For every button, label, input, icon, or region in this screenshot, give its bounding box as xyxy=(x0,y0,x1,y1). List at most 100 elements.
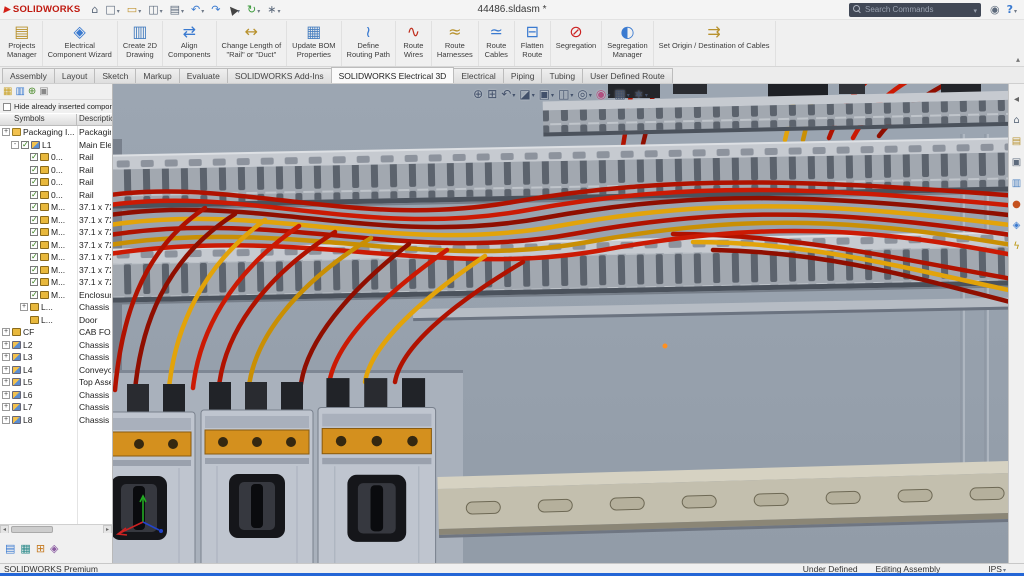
units-dropdown[interactable]: IPS xyxy=(988,564,1006,574)
expand-toggle[interactable]: + xyxy=(2,328,10,336)
chevron-down-icon[interactable] xyxy=(973,5,977,15)
reference-point[interactable] xyxy=(663,344,668,349)
ribbon-button[interactable]: Projects Manager xyxy=(2,21,43,66)
tree-row[interactable]: 0... Rail xyxy=(0,176,112,189)
tree-row[interactable]: M... 37.1 x 72.4 xyxy=(0,264,112,277)
task-pane-icon[interactable] xyxy=(1014,94,1019,105)
circuit-breaker-3[interactable] xyxy=(318,378,436,563)
expand-toggle[interactable]: + xyxy=(2,416,10,424)
hud-button[interactable] xyxy=(487,87,497,101)
tree-row[interactable]: + L4 Conveyors xyxy=(0,364,112,377)
tree-row[interactable]: + CF CAB FOAM xyxy=(0,326,112,339)
command-tab[interactable]: SOLIDWORKS Electrical 3D xyxy=(331,67,455,83)
hud-button[interactable] xyxy=(539,87,554,101)
tree-row[interactable]: 0... Rail xyxy=(0,189,112,202)
toolbar-button[interactable] xyxy=(145,2,165,17)
collapse-ribbon-icon[interactable]: ▴ xyxy=(1016,55,1020,64)
command-tab[interactable]: Layout xyxy=(54,68,96,83)
task-pane-icon[interactable] xyxy=(1013,115,1019,126)
command-tab[interactable]: Electrical xyxy=(453,68,503,83)
viewport-3d-scene[interactable] xyxy=(113,84,1008,563)
expand-toggle[interactable]: + xyxy=(2,353,10,361)
tree-row[interactable]: + L8 Chassis xyxy=(0,414,112,427)
expand-toggle[interactable]: + xyxy=(2,128,10,136)
expand-toggle[interactable]: + xyxy=(2,366,10,374)
scrollbar-track[interactable] xyxy=(9,525,103,533)
tree-row[interactable]: + L7 Chassis xyxy=(0,401,112,414)
panel-toolbar-icon[interactable] xyxy=(3,86,12,97)
toolbar-button[interactable] xyxy=(264,2,283,17)
footer-view-icon[interactable] xyxy=(20,542,30,555)
ribbon-button[interactable]: Flatten Route xyxy=(515,21,551,66)
tree-row[interactable]: L... Door xyxy=(0,314,112,327)
command-tab[interactable]: SOLIDWORKS Add-Ins xyxy=(227,68,332,83)
command-tab[interactable]: Evaluate xyxy=(179,68,228,83)
ribbon-button[interactable]: Change Length of "Rail" or "Duct" xyxy=(217,21,288,66)
hud-button[interactable] xyxy=(577,87,592,101)
expand-toggle[interactable]: - xyxy=(11,141,19,149)
hud-button[interactable] xyxy=(473,87,483,101)
footer-view-icon[interactable] xyxy=(36,542,45,555)
task-pane-icon[interactable] xyxy=(1012,136,1021,147)
hud-button[interactable] xyxy=(614,87,629,101)
scrollbar-thumb[interactable] xyxy=(11,526,53,533)
toolbar-button[interactable] xyxy=(188,2,207,17)
toolbar-button[interactable] xyxy=(102,2,122,17)
task-pane-icon[interactable] xyxy=(1012,157,1021,168)
tree-row[interactable]: + L2 Chassis xyxy=(0,339,112,352)
task-pane-icon[interactable] xyxy=(1013,220,1021,231)
panel-toolbar-icon[interactable] xyxy=(28,86,36,97)
row-checkbox[interactable] xyxy=(30,178,38,186)
expand-toggle[interactable]: + xyxy=(2,403,10,411)
hud-button[interactable] xyxy=(596,87,611,101)
row-checkbox[interactable] xyxy=(21,141,29,149)
ribbon-button[interactable]: Update BOM Properties xyxy=(287,21,341,66)
toolbar-button[interactable] xyxy=(88,2,101,17)
ribbon-button[interactable]: Route Wires xyxy=(396,21,432,66)
ribbon-button[interactable]: Define Routing Path xyxy=(342,21,396,66)
column-symbols[interactable]: Symbols xyxy=(0,114,77,125)
command-tab[interactable]: Piping xyxy=(503,68,543,83)
task-pane-icon[interactable] xyxy=(1013,241,1020,252)
row-checkbox[interactable] xyxy=(30,266,38,274)
tree-row[interactable]: + L3 Chassis xyxy=(0,351,112,364)
toolbar-button[interactable] xyxy=(225,2,243,17)
toolbar-button[interactable] xyxy=(167,2,187,17)
tree-row[interactable]: M... 37.1 x 72.4 xyxy=(0,201,112,214)
ribbon-button[interactable]: Create 2D Drawing xyxy=(118,21,163,66)
row-checkbox[interactable] xyxy=(30,166,38,174)
tree-horizontal-scrollbar[interactable]: ◂ ▸ xyxy=(0,524,112,533)
row-checkbox[interactable] xyxy=(30,203,38,211)
row-checkbox[interactable] xyxy=(30,278,38,286)
row-checkbox[interactable] xyxy=(30,153,38,161)
tree-row[interactable]: M... 37.1 x 72.4 xyxy=(0,214,112,227)
tree-row[interactable]: 0... Rail xyxy=(0,151,112,164)
toolbar-button[interactable] xyxy=(208,2,223,17)
hud-button[interactable] xyxy=(634,87,648,101)
row-checkbox[interactable] xyxy=(30,253,38,261)
expand-toggle[interactable]: + xyxy=(20,303,28,311)
tree-row[interactable]: + Packaging I... Packaging xyxy=(0,126,112,139)
tree-row[interactable]: 0... Rail xyxy=(0,164,112,177)
tree-row[interactable]: M... 37.1 x 72.4 xyxy=(0,251,112,264)
panel-toolbar-icon[interactable] xyxy=(15,86,24,97)
circuit-breaker-2[interactable] xyxy=(201,382,313,563)
command-tab[interactable]: Markup xyxy=(135,68,179,83)
command-tab[interactable]: Sketch xyxy=(94,68,136,83)
toolbar-button[interactable] xyxy=(244,2,263,17)
tree-row[interactable]: M... 37.1 x 72.4 xyxy=(0,239,112,252)
footer-view-icon[interactable] xyxy=(50,542,58,555)
search-commands-box[interactable] xyxy=(849,3,981,17)
task-pane-icon[interactable] xyxy=(1012,199,1021,210)
tree-row[interactable]: - L1 Main Elect xyxy=(0,139,112,152)
ribbon-button[interactable]: Segregation xyxy=(551,21,602,66)
toolbar-button[interactable] xyxy=(1004,2,1020,17)
row-checkbox[interactable] xyxy=(30,228,38,236)
ribbon-button[interactable]: Route Cables xyxy=(479,21,515,66)
ribbon-button[interactable]: Electrical Component Wizard xyxy=(43,21,118,66)
command-tab[interactable]: User Defined Route xyxy=(582,68,673,83)
hud-button[interactable] xyxy=(558,87,573,101)
tree-row[interactable]: M... 37.1 x 72.4 xyxy=(0,226,112,239)
tree-row[interactable]: + L5 Top Assem xyxy=(0,376,112,389)
panel-toolbar-icon[interactable] xyxy=(39,86,48,97)
